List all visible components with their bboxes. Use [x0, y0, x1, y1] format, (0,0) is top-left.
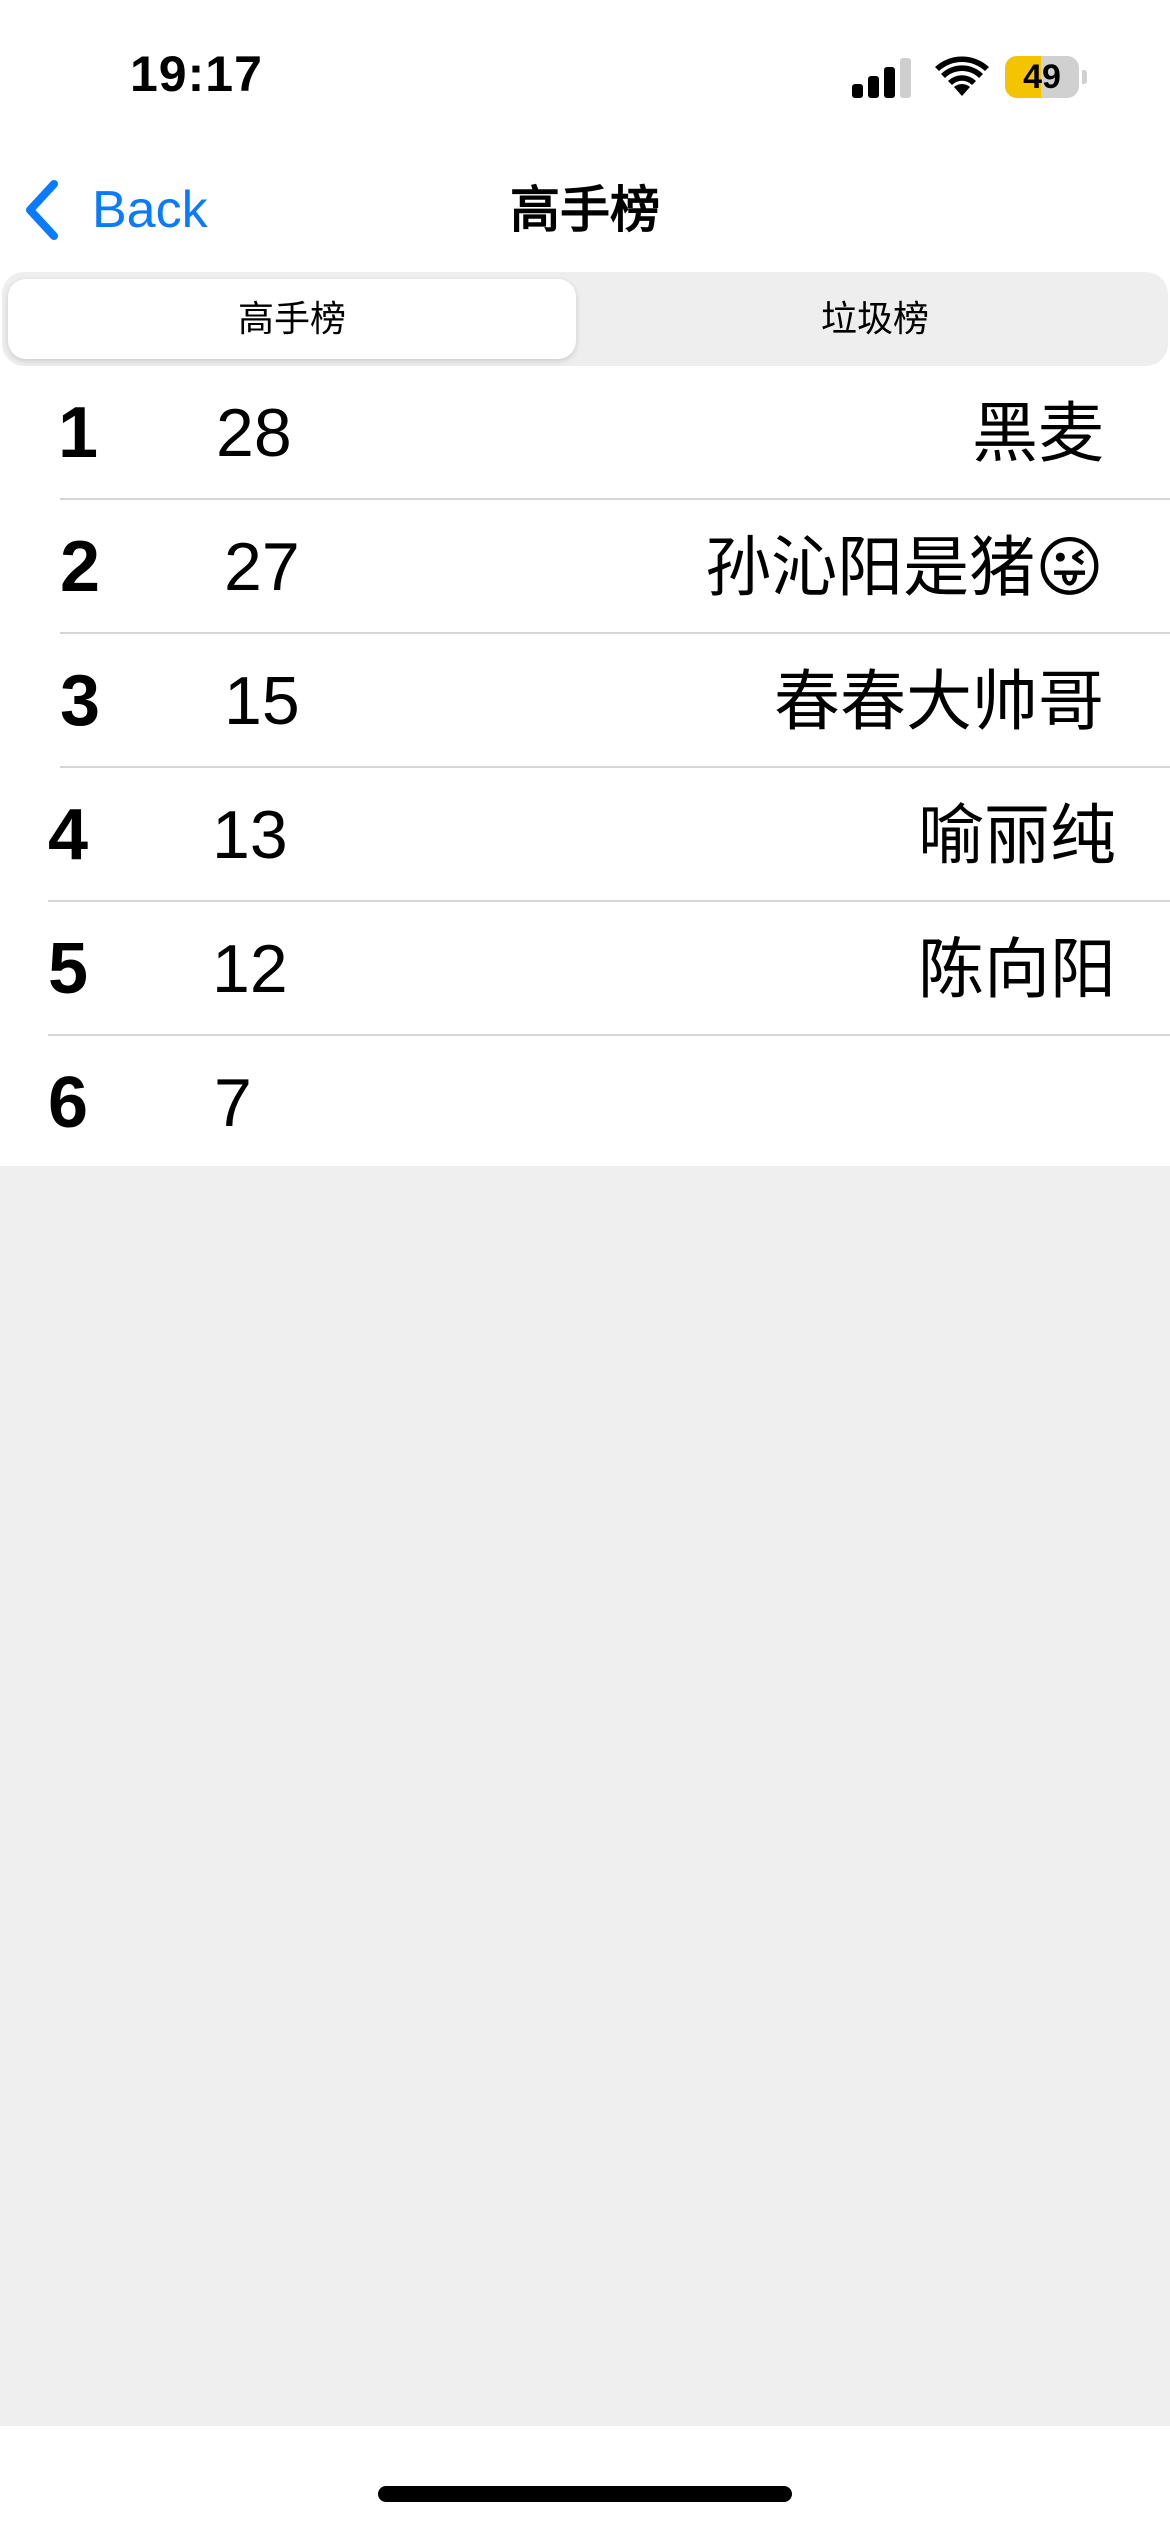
cellular-signal-icon — [852, 58, 911, 98]
rank-number: 1 — [58, 393, 99, 473]
rank-number: 4 — [48, 795, 89, 875]
leaderboard-row[interactable]: 5 12 陈向阳 — [0, 902, 1170, 1036]
back-label: Back — [92, 181, 208, 239]
navigation-bar: Back 高手榜 — [0, 150, 1170, 270]
player-name: 陈向阳 — [918, 932, 1116, 1006]
score-value: 12 — [212, 931, 288, 1007]
leaderboard-list: 1 28 黑麦 2 27 孙沁阳是猪😜 3 15 春春大帅哥 4 13 喻丽纯 … — [0, 366, 1170, 1170]
back-button[interactable]: Back — [22, 172, 208, 248]
status-bar: 19:17 49 — [0, 0, 1170, 150]
player-name: 黑麦 — [972, 396, 1104, 470]
rank-number: 2 — [60, 527, 101, 607]
empty-list-area — [0, 1166, 1170, 2426]
rank-number: 6 — [48, 1063, 89, 1143]
status-time: 19:17 — [130, 46, 263, 102]
home-indicator[interactable] — [378, 2486, 792, 2502]
leaderboard-row[interactable]: 6 7 — [0, 1036, 1170, 1170]
wifi-icon — [935, 56, 989, 96]
battery-cap — [1082, 70, 1087, 84]
player-name: 喻丽纯 — [918, 798, 1116, 872]
player-name: 春春大帅哥 — [774, 664, 1104, 738]
score-value: 28 — [216, 395, 292, 471]
score-value: 7 — [214, 1065, 252, 1141]
score-value: 13 — [212, 797, 288, 873]
segment-experts[interactable]: 高手榜 — [8, 279, 576, 359]
rank-number: 5 — [48, 929, 89, 1009]
leaderboard-row[interactable]: 2 27 孙沁阳是猪😜 — [0, 500, 1170, 634]
score-value: 27 — [224, 529, 300, 605]
leaderboard-row[interactable]: 3 15 春春大帅哥 — [0, 634, 1170, 768]
leaderboard-row[interactable]: 4 13 喻丽纯 — [0, 768, 1170, 902]
chevron-left-icon — [26, 180, 58, 240]
score-value: 15 — [224, 663, 300, 739]
battery-icon: 49 — [1005, 56, 1087, 98]
leaderboard-row[interactable]: 1 28 黑麦 — [0, 366, 1170, 500]
battery-level: 49 — [1023, 58, 1061, 96]
segmented-control: 高手榜 垃圾榜 — [2, 272, 1168, 366]
rank-number: 3 — [60, 661, 101, 741]
battery-body: 49 — [1005, 56, 1079, 98]
segment-trash[interactable]: 垃圾榜 — [588, 279, 1162, 359]
player-name: 孙沁阳是猪😜 — [705, 530, 1104, 604]
